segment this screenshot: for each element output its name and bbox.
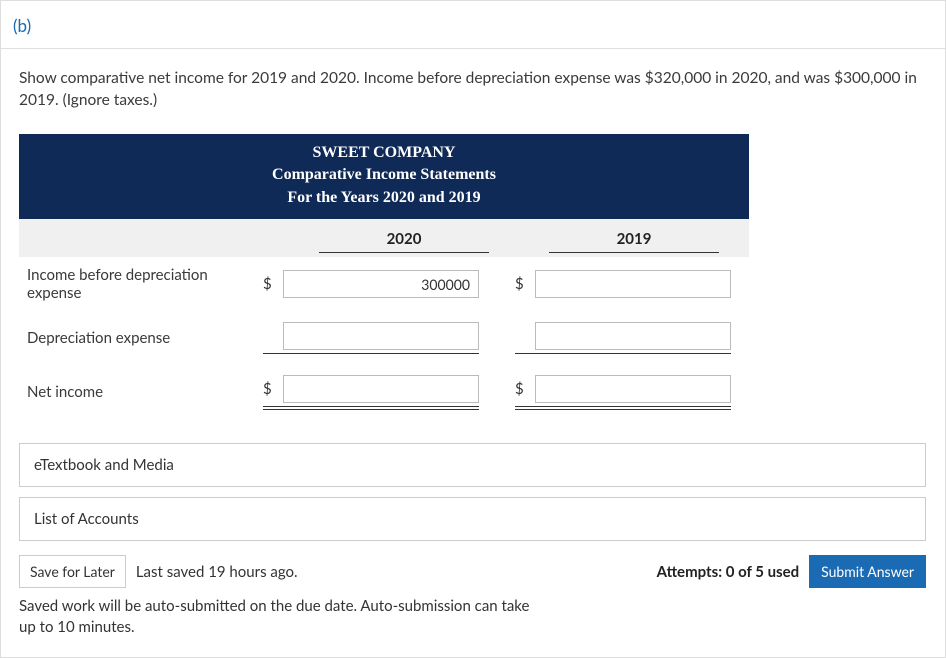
column-header-row: 2020 2019 (19, 219, 749, 257)
row-label: Net income (19, 383, 245, 401)
statement-period: For the Years 2020 and 2019 (19, 187, 749, 209)
submit-answer-button[interactable]: Submit Answer (809, 555, 926, 588)
footer-row: Save for Later Last saved 19 hours ago. … (19, 555, 926, 588)
table-row: Net income $ $ (19, 365, 749, 419)
cell-2019: $ (497, 270, 749, 298)
input-net-income-2020[interactable] (283, 375, 479, 403)
currency-symbol: $ (515, 275, 535, 293)
column-header-2020: 2020 (289, 230, 519, 257)
input-income-before-dep-2020[interactable] (283, 270, 479, 298)
currency-symbol: $ (263, 275, 283, 293)
question-frame: (b) Show comparative net income for 2019… (0, 0, 946, 658)
statement-table: SWEET COMPANY Comparative Income Stateme… (19, 134, 749, 419)
cell-2019: $ (497, 375, 749, 410)
input-depreciation-2020[interactable] (283, 322, 479, 350)
cell-2019 (497, 322, 749, 354)
input-income-before-dep-2019[interactable] (535, 270, 731, 298)
part-header: (b) (1, 1, 945, 49)
list-of-accounts-link[interactable]: List of Accounts (19, 497, 926, 541)
input-net-income-2019[interactable] (535, 375, 731, 403)
row-label: Depreciation expense (19, 329, 245, 347)
table-row: Depreciation expense (19, 311, 749, 365)
currency-symbol: $ (515, 380, 535, 398)
cell-2020: $ (245, 375, 497, 410)
part-label: (b) (13, 15, 31, 36)
statement-subtitle: Comparative Income Statements (19, 164, 749, 186)
statement-titlebar: SWEET COMPANY Comparative Income Stateme… (19, 134, 749, 219)
question-body: Show comparative net income for 2019 and… (1, 49, 945, 648)
question-text: Show comparative net income for 2019 and… (19, 67, 927, 112)
statement-company: SWEET COMPANY (19, 142, 749, 164)
input-depreciation-2019[interactable] (535, 322, 731, 350)
attempts-text: Attempts: 0 of 5 used (657, 563, 800, 581)
table-row: Income before depreciation expense $ $ (19, 257, 749, 311)
currency-symbol: $ (263, 380, 283, 398)
cell-2020: $ (245, 270, 497, 298)
column-header-2019: 2019 (519, 230, 749, 257)
etextbook-link[interactable]: eTextbook and Media (19, 443, 926, 487)
cell-2020 (245, 322, 497, 354)
row-label: Income before depreciation expense (19, 266, 245, 302)
autosave-note: Saved work will be auto-submitted on the… (19, 596, 539, 638)
save-for-later-button[interactable]: Save for Later (19, 555, 126, 588)
last-saved-text: Last saved 19 hours ago. (136, 563, 298, 581)
